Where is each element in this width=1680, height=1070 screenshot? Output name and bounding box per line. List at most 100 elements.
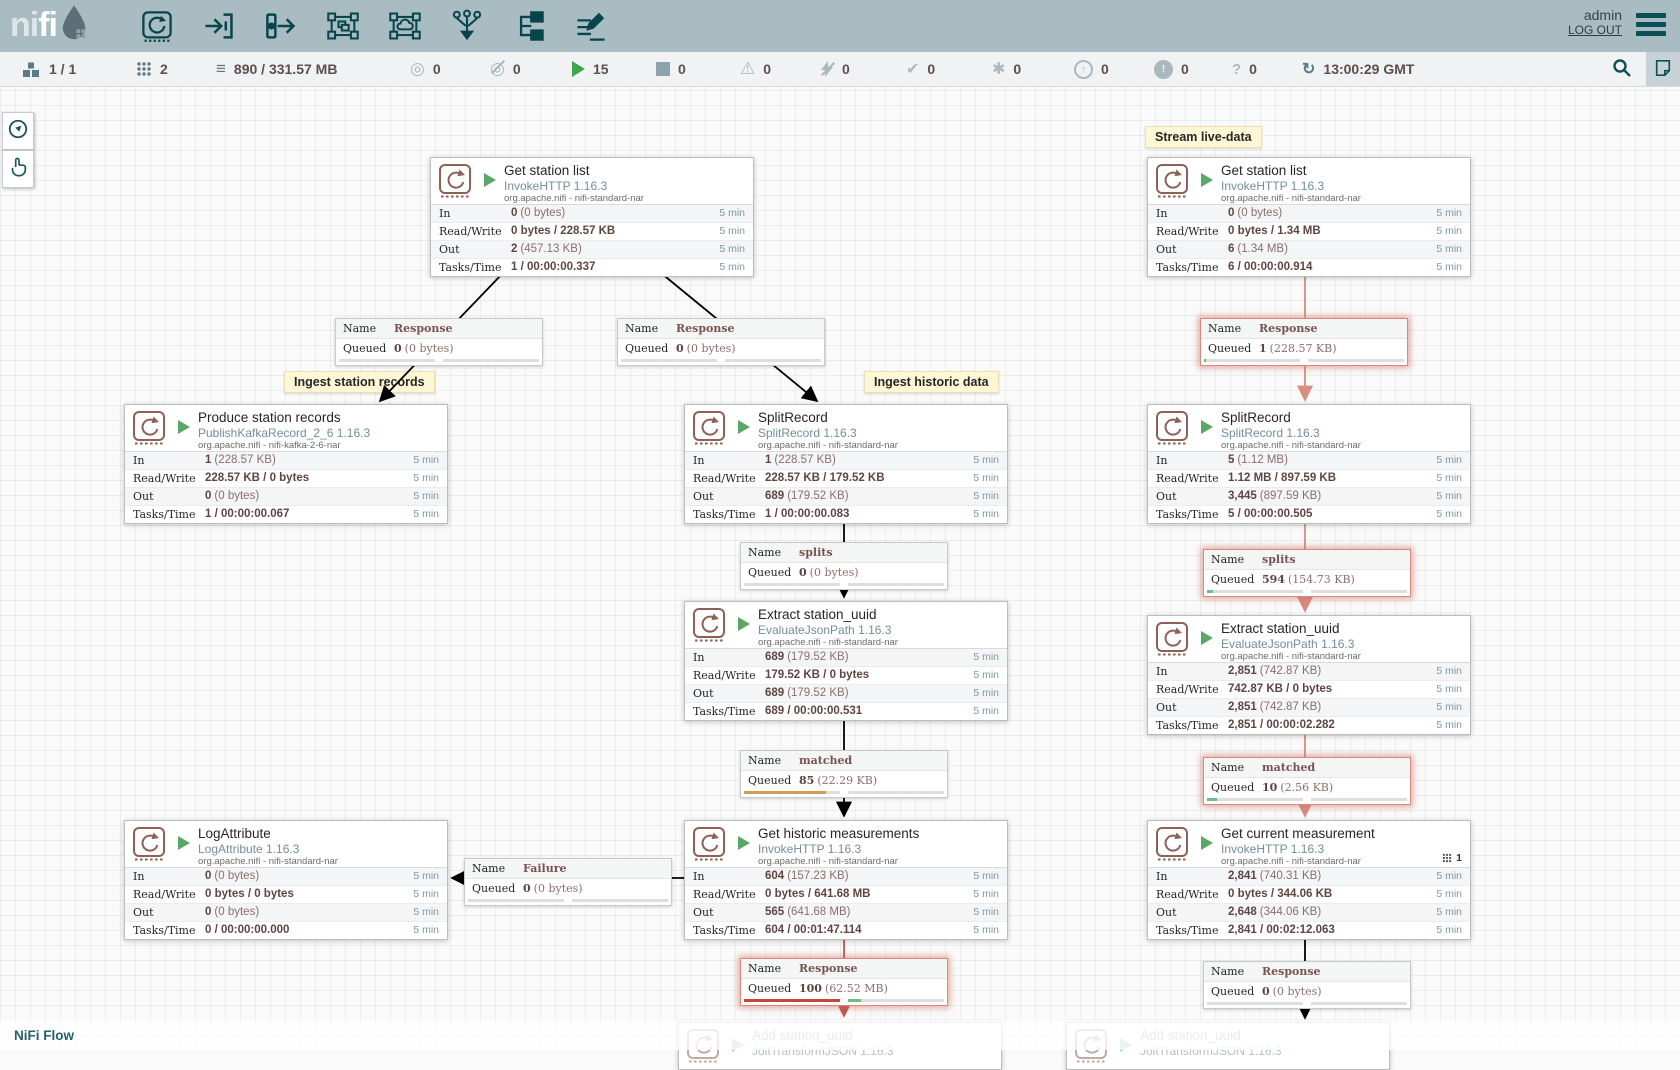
relationship-name: Response	[799, 962, 858, 975]
connection-label[interactable]: Name Response Queued 100(62.52 MB)	[740, 958, 948, 1006]
connection-label[interactable]: Name Response Queued 0(0 bytes)	[1203, 961, 1411, 1009]
logout-link[interactable]: LOG OUT	[1568, 23, 1622, 37]
processor[interactable]: Get current measurement InvokeHTTP 1.16.…	[1147, 820, 1471, 940]
note-button[interactable]	[1646, 52, 1680, 86]
stat-label: Tasks/Time	[133, 506, 196, 523]
stat-row: In 689(179.52 KB) 5 min	[685, 649, 1007, 666]
processor-header: Get station list InvokeHTTP 1.16.3 org.a…	[1148, 158, 1470, 204]
queued-count: 0	[799, 566, 807, 579]
processor-tool-icon[interactable]	[138, 7, 176, 45]
refresh-icon[interactable]: ↻	[1302, 59, 1315, 79]
processor-name: Get station list	[1221, 163, 1307, 178]
connection-label[interactable]: Name splits Queued 594(154.73 KB)	[1203, 549, 1411, 597]
processor[interactable]: Extract station_uuid EvaluateJsonPath 1.…	[684, 601, 1008, 721]
connection-label[interactable]: Name Response Queued 0(0 bytes)	[617, 318, 825, 366]
stat-row: Read/Write 0 bytes / 228.57 KB 5 min	[431, 222, 753, 240]
object-count-bar	[1207, 1002, 1303, 1005]
stat-value: 2,851 / 00:00:02.282	[1228, 717, 1338, 734]
relationship-name: Response	[1262, 965, 1321, 978]
flow-label[interactable]: Ingest station records	[284, 371, 435, 393]
exclamation-circle-icon: !	[1154, 60, 1173, 79]
stat-row: In 0(0 bytes) 5 min	[431, 205, 753, 222]
stat-value: 604(157.23 KB)	[765, 868, 849, 885]
processor[interactable]: Get station list InvokeHTTP 1.16.3 org.a…	[430, 157, 754, 277]
object-count-bar	[744, 791, 840, 794]
input-port-tool-icon[interactable]	[200, 7, 238, 45]
connection-label[interactable]: Name matched Queued 10(2.56 KB)	[1203, 757, 1411, 805]
stat-window: 5 min	[973, 506, 999, 523]
stat-value: 1 / 00:00:00.067	[205, 506, 292, 523]
stat-label: Tasks/Time	[1156, 259, 1219, 276]
question-icon: ?	[1232, 61, 1241, 78]
processor[interactable]: Extract station_uuid EvaluateJsonPath 1.…	[1147, 615, 1471, 735]
object-count-bar	[1207, 590, 1303, 593]
processor[interactable]: SplitRecord SplitRecord 1.16.3 org.apach…	[1147, 404, 1471, 524]
queued-size: (154.73 KB)	[1288, 573, 1355, 586]
stat-row: In 5(1.12 MB) 5 min	[1148, 452, 1470, 469]
stat-row: In 604(157.23 KB) 5 min	[685, 868, 1007, 885]
breadcrumb[interactable]: NiFi Flow	[14, 1028, 74, 1043]
name-key: Name	[625, 319, 658, 338]
stat-row: Tasks/Time 6 / 00:00:00.914 5 min	[1148, 258, 1470, 276]
stat-window: 5 min	[719, 205, 745, 222]
stat-row: Read/Write 228.57 KB / 0 bytes 5 min	[125, 469, 447, 487]
processor-stamp-icon	[1154, 410, 1190, 451]
stat-row: Read/Write 1.12 MB / 897.59 KB 5 min	[1148, 469, 1470, 487]
connection-label[interactable]: Name matched Queued 85(22.29 KB)	[740, 750, 948, 798]
connection-label[interactable]: Name Response Queued 0(0 bytes)	[335, 318, 543, 366]
navigate-button[interactable]	[2, 112, 34, 150]
data-size-bar	[443, 359, 539, 362]
connection-label[interactable]: Name Response Queued 1(228.57 KB)	[1200, 318, 1408, 366]
processor[interactable]: Get historic measurements InvokeHTTP 1.1…	[684, 820, 1008, 940]
processor[interactable]: Get station list InvokeHTTP 1.16.3 org.a…	[1147, 157, 1471, 277]
active-thread-badge: 1	[1442, 852, 1462, 864]
stat-row: In 0(0 bytes) 5 min	[125, 868, 447, 885]
stat-label: Read/Write	[1156, 223, 1219, 240]
processor[interactable]: Produce station records PublishKafkaReco…	[124, 404, 448, 524]
stat-window: 5 min	[1436, 470, 1462, 487]
output-port-tool-icon[interactable]	[262, 7, 300, 45]
processor-stamp-icon	[691, 826, 727, 867]
connection-queue-row: Queued 594(154.73 KB)	[1204, 570, 1410, 589]
processor-stamp-icon	[437, 163, 473, 204]
connection-label[interactable]: Name Failure Queued 0(0 bytes)	[464, 858, 672, 906]
processor-stamp-icon	[691, 607, 727, 648]
global-menu-icon[interactable]	[1636, 13, 1666, 40]
remote-process-group-tool-icon[interactable]	[386, 7, 424, 45]
stat-row: Tasks/Time 2,841 / 00:02:12.063 5 min	[1148, 921, 1470, 939]
flow-label[interactable]: Ingest historic data	[864, 371, 999, 393]
funnel-tool-icon[interactable]	[448, 7, 486, 45]
flow-label[interactable]: Stream live-data	[1145, 126, 1262, 148]
queued-count: 1	[1259, 342, 1267, 355]
processor-name: LogAttribute	[198, 826, 271, 841]
connection-label[interactable]: Name splits Queued 0(0 bytes)	[740, 542, 948, 590]
processor[interactable]: LogAttribute LogAttribute 1.16.3 org.apa…	[124, 820, 448, 940]
hand-tool-button[interactable]	[2, 150, 34, 188]
arrow-up-circle-icon: ↑	[1074, 60, 1093, 79]
processor-header: SplitRecord SplitRecord 1.16.3 org.apach…	[1148, 405, 1470, 451]
process-group-tool-icon[interactable]	[324, 7, 362, 45]
queued-key: Queued	[1211, 570, 1254, 589]
stat-row: Out 2,648(344.06 KB) 5 min	[1148, 903, 1470, 921]
stat-row: Tasks/Time 5 / 00:00:00.505 5 min	[1148, 505, 1470, 523]
processor[interactable]: SplitRecord SplitRecord 1.16.3 org.apach…	[684, 404, 1008, 524]
processor-stamp-icon	[1154, 826, 1190, 867]
processor-name: Get station list	[504, 163, 590, 178]
stat-window: 5 min	[1436, 452, 1462, 469]
template-tool-icon[interactable]	[510, 7, 548, 45]
data-size-bar	[1308, 359, 1404, 362]
queued-icon: ≡	[216, 59, 226, 79]
stat-row: Out 2,851(742.87 KB) 5 min	[1148, 698, 1470, 716]
stat-value: 0 bytes / 641.68 MB	[765, 886, 873, 903]
stat-row: Read/Write 0 bytes / 0 bytes 5 min	[125, 885, 447, 903]
stat-row: Read/Write 179.52 KB / 0 bytes 5 min	[685, 666, 1007, 684]
processor-name: Produce station records	[198, 410, 341, 425]
name-key: Name	[1211, 550, 1244, 569]
stat-label: Read/Write	[693, 470, 756, 487]
stat-row: Read/Write 0 bytes / 641.68 MB 5 min	[685, 885, 1007, 903]
flow-canvas[interactable]: Stream live-data Ingest station records …	[0, 0, 1680, 1050]
label-tool-icon[interactable]	[572, 7, 610, 45]
search-button[interactable]	[1608, 56, 1636, 82]
queued-key: Queued	[1208, 339, 1251, 358]
connection-name-row: Name Failure	[465, 859, 671, 879]
